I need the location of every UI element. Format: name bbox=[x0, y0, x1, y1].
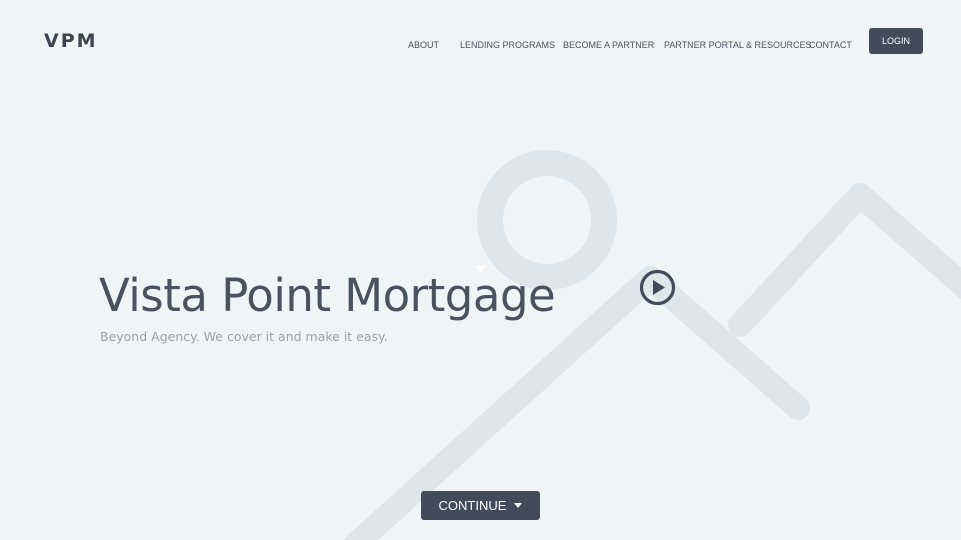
landing-page: VPM ABOUT LENDING PROGRAMS BECOME A PART… bbox=[0, 0, 961, 540]
nav-item-lending-programs[interactable]: LENDING PROGRAMS bbox=[460, 40, 555, 50]
sun-circle-shape bbox=[477, 150, 617, 290]
nav-item-become-a-partner[interactable]: BECOME A PARTNER bbox=[563, 40, 654, 50]
login-button[interactable]: LOGIN bbox=[869, 28, 923, 54]
play-circle-icon[interactable] bbox=[639, 269, 676, 306]
continue-button[interactable]: CONTINUE bbox=[421, 491, 540, 520]
hero-title: Vista Point Mortgage bbox=[99, 269, 556, 322]
site-logo[interactable]: VPM bbox=[44, 30, 98, 52]
continue-label: CONTINUE bbox=[438, 498, 507, 513]
nav-item-about[interactable]: ABOUT bbox=[408, 40, 439, 50]
nav-item-contact[interactable]: CONTACT bbox=[809, 40, 852, 50]
hero-subtitle: Beyond Agency. We cover it and make it e… bbox=[100, 329, 388, 344]
caret-down-icon bbox=[514, 503, 523, 508]
mountain-ridge-shape bbox=[728, 183, 961, 337]
nav-item-partner-portal[interactable]: PARTNER PORTAL & RESOURCES bbox=[664, 40, 812, 50]
